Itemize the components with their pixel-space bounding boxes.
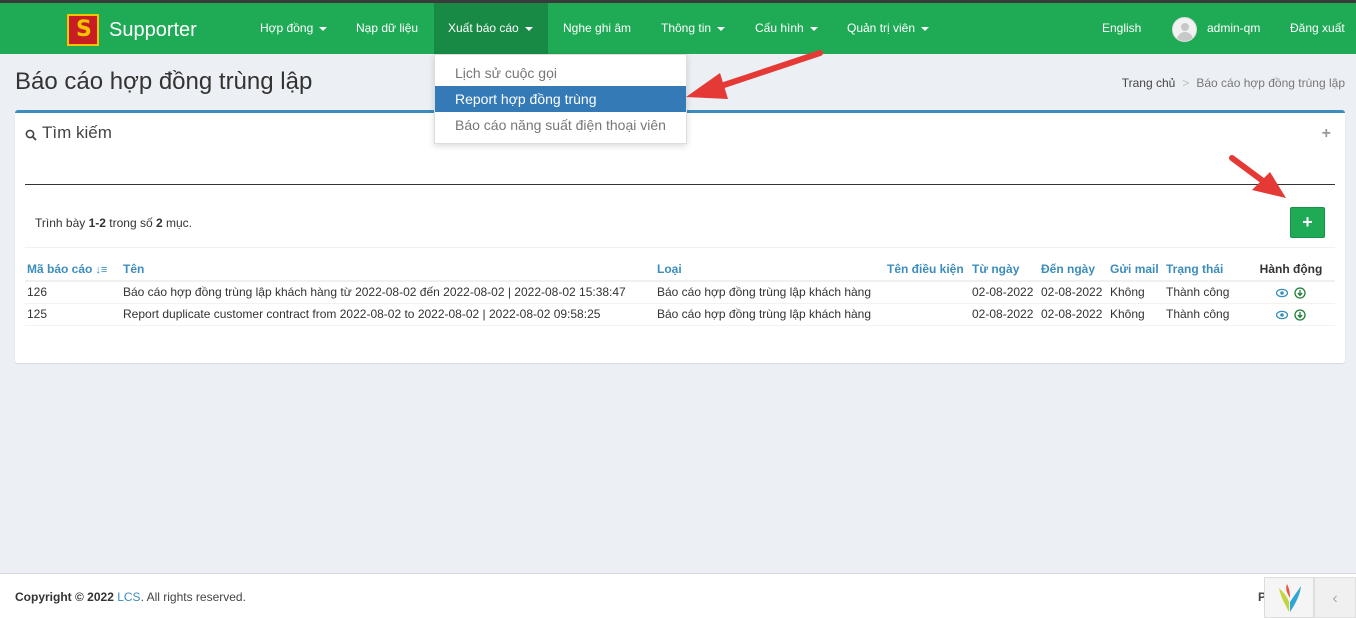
cell-from-date: 02-08-2022: [970, 281, 1039, 304]
breadcrumb-separator: >: [1182, 76, 1190, 90]
cell-actions: [1247, 281, 1335, 304]
nav-item-cau-hinh[interactable]: Cấu hình: [741, 3, 832, 54]
column-header-actions: Hành động: [1247, 257, 1335, 282]
expand-icon[interactable]: +: [1322, 125, 1331, 143]
nav-item-hop-dong[interactable]: Hợp đồng: [246, 3, 341, 54]
divider: [25, 184, 1335, 185]
column-header-from-date[interactable]: Từ ngày: [970, 257, 1039, 282]
add-report-button[interactable]: +: [1290, 207, 1325, 238]
cell-condition: [885, 303, 970, 326]
logo-icon: S: [67, 14, 99, 46]
menu-item-duplicate-contract-report[interactable]: Report hợp đồng trùng: [435, 86, 686, 112]
copyright-text: Copyright © 2022 LCS. All rights reserve…: [15, 590, 246, 604]
page-title: Báo cáo hợp đồng trùng lập: [15, 68, 313, 95]
column-header-to-date[interactable]: Đến ngày: [1039, 257, 1108, 282]
cell-name: Report duplicate customer contract from …: [121, 303, 655, 326]
cell-id: 125: [25, 303, 121, 326]
table-row: 125 Report duplicate customer contract f…: [25, 303, 1335, 326]
nav-item-nghe-ghi-am[interactable]: Nghe ghi âm: [549, 3, 645, 54]
report-table: Mã báo cáo ↓≡ Tên Loại Tên điều kiện Từ n…: [25, 257, 1335, 326]
sort-desc-icon: ↓≡: [95, 263, 108, 276]
breadcrumb-current: Báo cáo hợp đồng trùng lập: [1196, 76, 1345, 90]
divider: [25, 247, 1335, 248]
annotation-arrow-icon: [686, 50, 823, 99]
breadcrumb: Trang chủ > Báo cáo hợp đồng trùng lập: [1122, 76, 1345, 90]
column-header-type[interactable]: Loại: [655, 257, 885, 282]
report-dropdown-menu: Lịch sử cuộc gọi Report hợp đồng trùng B…: [434, 54, 687, 144]
nav-item-quan-tri-vien[interactable]: Quản trị viên: [833, 3, 943, 54]
top-navbar: S Supporter Hợp đồng Nạp dữ liệu Xuất bá…: [0, 3, 1356, 54]
cell-name: Báo cáo hợp đồng trùng lập khách hàng từ…: [121, 281, 655, 304]
cell-type: Báo cáo hợp đồng trùng lập khách hàng: [655, 303, 885, 326]
cell-to-date: 02-08-2022: [1039, 303, 1108, 326]
company-link[interactable]: LCS: [117, 590, 140, 604]
cell-actions: [1247, 303, 1335, 326]
debug-toolbar-logo[interactable]: [1264, 577, 1314, 618]
column-header-name[interactable]: Tên: [121, 257, 655, 282]
cell-status: Thành công: [1164, 303, 1247, 326]
collapse-toolbar-button[interactable]: ‹: [1314, 577, 1356, 618]
app-title: Supporter: [109, 18, 197, 41]
nav-item-nap-du-lieu[interactable]: Nạp dữ liệu: [342, 3, 432, 54]
column-header-status[interactable]: Trạng thái: [1164, 257, 1247, 282]
view-eye-icon[interactable]: [1276, 310, 1289, 320]
menu-item-agent-productivity-report[interactable]: Báo cáo năng suất điện thoại viên: [435, 112, 686, 138]
caret-down-icon: [921, 26, 930, 31]
cell-type: Báo cáo hợp đồng trùng lập khách hàng: [655, 281, 885, 304]
result-summary: Trình bày 1-2 trong số 2 mục.: [35, 216, 193, 230]
caret-down-icon: [524, 26, 533, 31]
language-switch[interactable]: English: [1088, 3, 1155, 54]
report-list-box: Tìm kiếm + Trình bày 1-2 trong số 2 mục.…: [15, 110, 1345, 363]
menu-item-call-history[interactable]: Lịch sử cuộc gọi: [435, 60, 686, 86]
table-row: 126 Báo cáo hợp đồng trùng lập khách hàn…: [25, 281, 1335, 304]
cell-condition: [885, 281, 970, 304]
cell-status: Thành công: [1164, 281, 1247, 304]
username[interactable]: admin-qm: [1193, 3, 1274, 54]
search-panel-header[interactable]: Tìm kiếm: [25, 123, 112, 143]
nav-item-xuat-bao-cao[interactable]: Xuất báo cáo: [434, 3, 548, 54]
column-header-id[interactable]: Mã báo cáo ↓≡: [25, 257, 121, 282]
cell-from-date: 02-08-2022: [970, 303, 1039, 326]
table-header-row: Mã báo cáo ↓≡ Tên Loại Tên điều kiện Từ n…: [25, 257, 1335, 282]
footer: Copyright © 2022 LCS. All rights reserve…: [0, 573, 1356, 618]
cell-send-mail: Không: [1108, 303, 1164, 326]
caret-down-icon: [809, 26, 818, 31]
search-icon: [25, 129, 37, 141]
column-header-condition[interactable]: Tên điều kiện: [885, 257, 970, 282]
nav-item-thong-tin[interactable]: Thông tin: [647, 3, 739, 54]
download-icon[interactable]: [1294, 287, 1306, 299]
logout-link[interactable]: Đăng xuất: [1276, 3, 1356, 54]
search-panel-title: Tìm kiếm: [42, 123, 112, 142]
caret-down-icon: [319, 26, 328, 31]
cell-id: 126: [25, 281, 121, 304]
caret-down-icon: [717, 26, 726, 31]
brand[interactable]: S Supporter: [67, 14, 197, 46]
breadcrumb-home[interactable]: Trang chủ: [1122, 76, 1176, 90]
view-eye-icon[interactable]: [1276, 288, 1289, 298]
cell-to-date: 02-08-2022: [1039, 281, 1108, 304]
yii-logo-icon: [1279, 584, 1301, 612]
column-header-send-mail[interactable]: Gửi mail: [1108, 257, 1164, 282]
cell-send-mail: Không: [1108, 281, 1164, 304]
download-icon[interactable]: [1294, 309, 1306, 321]
